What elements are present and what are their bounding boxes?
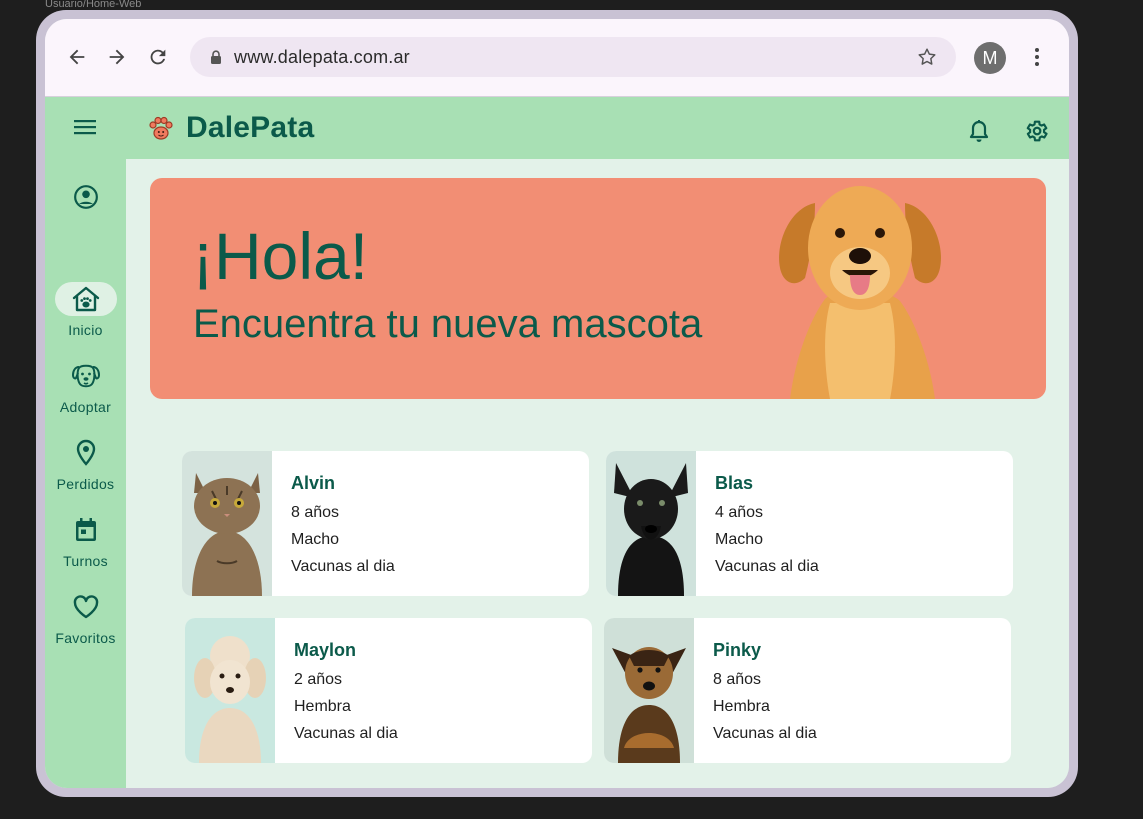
pet-age: 4 años [715, 504, 764, 521]
nav-pill [55, 359, 117, 393]
url-text: www.dalepata.com.ar [234, 47, 410, 67]
pet-sex: Hembra [713, 698, 770, 715]
pet-age: 2 años [294, 671, 343, 688]
location-pin-icon [76, 439, 95, 466]
pet-card[interactable]: Pinky 8 años Hembra Vacunas al dia [604, 618, 1011, 763]
sidebar-item-label: Inicio [68, 322, 103, 338]
forward-button[interactable] [103, 43, 131, 71]
hamburger-menu-icon[interactable] [73, 117, 97, 137]
pet-name: Alvin [291, 473, 336, 493]
arrow-right-icon [109, 49, 125, 65]
settings-gear-icon[interactable] [1023, 118, 1049, 144]
heart-icon [73, 595, 98, 619]
pet-name: Pinky [713, 640, 762, 660]
pet-card[interactable]: Blas 4 años Macho Vacunas al dia [606, 451, 1013, 596]
pet-card[interactable]: Maylon 2 años Hembra Vacunas al dia [185, 618, 592, 763]
pet-vaccines: Vacunas al dia [715, 558, 819, 575]
reload-button[interactable] [144, 43, 172, 71]
paw-logo-icon [149, 116, 173, 140]
hero-title: ¡Hola! [192, 219, 369, 293]
main-content: ¡Hola! Encuentra tu nueva mascota Alvin … [126, 159, 1069, 788]
sidebar-item-turnos[interactable]: Turnos [45, 513, 126, 569]
app-header: DalePata [126, 97, 1069, 159]
pet-photo-black-dog [606, 451, 696, 596]
brand-name: DalePata [186, 111, 315, 144]
nav-pill [55, 436, 117, 470]
sidebar-item-adoptar[interactable]: Adoptar [45, 359, 126, 415]
screen: www.dalepata.com.ar M Inicio Adoptar Per… [45, 19, 1069, 788]
sidebar-item-label: Favoritos [55, 630, 116, 646]
dog-face-icon [71, 364, 100, 388]
hero-subtitle: Encuentra tu nueva mascota [193, 302, 703, 346]
browser-toolbar: www.dalepata.com.ar M [45, 19, 1069, 97]
brand[interactable]: DalePata [148, 111, 314, 145]
pet-vaccines: Vacunas al dia [291, 558, 395, 575]
golden-retriever-image [779, 186, 941, 399]
sidebar-item-perdidos[interactable]: Perdidos [45, 436, 126, 492]
back-button[interactable] [63, 43, 91, 71]
nav-pill [55, 513, 117, 547]
pet-photo-cat [182, 451, 272, 596]
pet-sex: Macho [291, 531, 340, 548]
sidebar-item-label: Adoptar [59, 399, 112, 415]
reload-icon [150, 49, 166, 65]
pet-age: 8 años [291, 504, 340, 521]
nav-pill [55, 590, 117, 624]
pet-photo-terrier [604, 618, 694, 763]
pet-vaccines: Vacunas al dia [294, 725, 398, 742]
sidebar-item-label: Perdidos [56, 476, 115, 492]
arrow-left-icon [69, 49, 85, 65]
account-avatar[interactable]: M [974, 42, 1006, 74]
profile-icon[interactable] [73, 184, 99, 210]
hero-banner: ¡Hola! Encuentra tu nueva mascota [150, 178, 1046, 399]
pet-sex: Macho [715, 531, 764, 548]
pet-card[interactable]: Alvin 8 años Macho Vacunas al dia [182, 451, 589, 596]
pet-name: Maylon [294, 640, 357, 660]
address-bar[interactable]: www.dalepata.com.ar [190, 37, 956, 77]
notifications-bell-icon[interactable] [968, 119, 990, 143]
pet-sex: Hembra [294, 698, 351, 715]
more-vert-icon[interactable] [1025, 45, 1049, 69]
pet-age: 8 años [713, 671, 762, 688]
pet-name: Blas [715, 473, 754, 493]
bookmark-star-icon[interactable] [916, 46, 938, 68]
pet-vaccines: Vacunas al dia [713, 725, 817, 742]
sidebar-item-label: Turnos [63, 553, 108, 569]
nav-pill-active [54, 282, 117, 316]
pet-photo-poodle [185, 618, 275, 763]
lock-icon [211, 50, 221, 64]
device-frame: www.dalepata.com.ar M Inicio Adoptar Per… [36, 10, 1078, 797]
frame-label: Usuario/Home-Web [45, 0, 142, 10]
sidebar-item-inicio[interactable]: Inicio [45, 282, 126, 338]
home-paw-icon [72, 286, 99, 312]
sidebar-item-favoritos[interactable]: Favoritos [45, 590, 126, 646]
sidebar: Inicio Adoptar Perdidos Turnos Favoritos [45, 97, 126, 788]
calendar-icon [75, 518, 96, 541]
